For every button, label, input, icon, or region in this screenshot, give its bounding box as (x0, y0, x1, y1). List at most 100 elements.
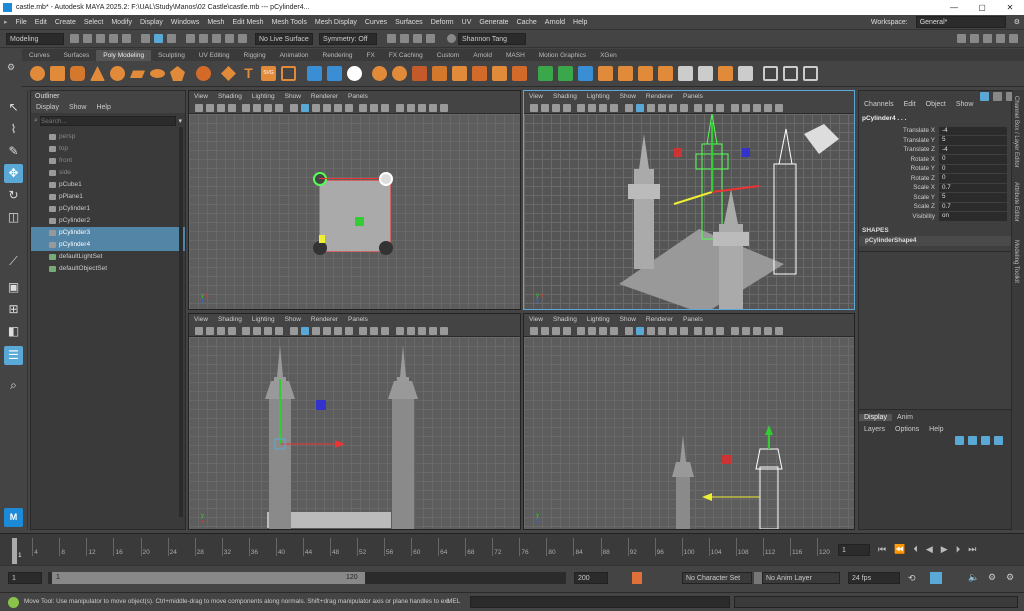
vp-menu-panels[interactable]: Panels (348, 93, 368, 100)
shelf-tab-curves[interactable]: Curves (22, 50, 57, 61)
shelf-tab-rigging[interactable]: Rigging (237, 50, 273, 61)
vp-menu-shading[interactable]: Shading (553, 316, 577, 323)
channel-sync-icon[interactable] (980, 92, 989, 101)
film-gate-icon[interactable] (588, 326, 596, 335)
make-live-icon[interactable] (238, 34, 247, 43)
step-back-frame-icon[interactable]: ⏴ (913, 544, 918, 555)
gate-mask-icon[interactable] (275, 326, 283, 335)
new-scene-icon[interactable] (70, 34, 79, 43)
anim-layer-select[interactable]: No Anim Layer (762, 572, 840, 584)
outliner-item-pcylinder2[interactable]: pCylinder2 (31, 215, 185, 227)
snap-curve-icon[interactable] (199, 34, 208, 43)
shelf-tab-mash[interactable]: MASH (499, 50, 532, 61)
menu-surfaces[interactable]: Surfaces (395, 19, 423, 26)
render-settings-icon[interactable] (413, 34, 422, 43)
camera-view-icon[interactable] (439, 103, 448, 112)
isolate-icon[interactable] (395, 326, 404, 335)
auto-key-icon[interactable] (930, 572, 942, 584)
textured-icon[interactable] (322, 103, 331, 112)
edge-loop-icon[interactable] (557, 66, 573, 81)
poke-icon[interactable] (617, 66, 633, 81)
maya-home-icon[interactable]: M (4, 508, 23, 527)
wireframe-icon[interactable] (289, 326, 298, 335)
range-slider[interactable]: 1 120 (48, 572, 566, 584)
xray-joints-icon[interactable] (417, 326, 426, 335)
xray-joints-icon[interactable] (752, 326, 761, 335)
shelf-tab-rendering[interactable]: Rendering (316, 50, 360, 61)
anim-prefs-icon[interactable]: ⚙ (988, 572, 996, 583)
menu-modify[interactable]: Modify (111, 19, 132, 26)
viewport-front[interactable]: View Shading Lighting Show Renderer Pane… (188, 313, 521, 530)
xray-joints-icon[interactable] (417, 103, 426, 112)
cb-menu-channels[interactable]: Channels (864, 101, 894, 108)
xray-icon[interactable] (741, 326, 750, 335)
wireframe-icon[interactable] (624, 326, 633, 335)
four-view-icon[interactable]: ⊞ (4, 300, 23, 319)
smooth-icon[interactable] (346, 66, 362, 81)
delete-edge-icon[interactable] (737, 66, 753, 81)
bookmark-icon[interactable] (216, 103, 225, 112)
cb-attr-visibility[interactable]: Visibility on (859, 212, 1011, 222)
attr-value[interactable]: 0.7 (939, 202, 1007, 211)
last-tool-icon[interactable]: ⟋ (4, 252, 23, 271)
cb-attr-translate-y[interactable]: Translate Y 5 (859, 136, 1011, 146)
cb-attr-rotate-y[interactable]: Rotate Y 0 (859, 164, 1011, 174)
wireframe-on-shaded-icon[interactable] (311, 326, 320, 335)
merge-icon[interactable] (697, 66, 713, 81)
sculpt-tool-icon[interactable] (803, 66, 818, 81)
vp-menu-view[interactable]: View (194, 316, 208, 323)
xray-components-icon[interactable] (763, 326, 772, 335)
outliner-item-defaultlightset[interactable]: defaultLightSet (31, 251, 185, 263)
grid-icon[interactable] (242, 103, 250, 112)
user-account-select[interactable]: Shannon Tang (458, 32, 526, 45)
manipulator-center[interactable] (355, 217, 364, 226)
shelf-tab-fx[interactable]: FX (360, 50, 382, 61)
resolution-gate-icon[interactable] (264, 326, 272, 335)
shelf-tab-xgen[interactable]: XGen (593, 50, 624, 61)
layer-menu-options[interactable]: Options (895, 426, 919, 433)
camera-view-icon[interactable] (439, 326, 448, 335)
image-plane-icon[interactable] (227, 326, 236, 335)
gate-mask-icon[interactable] (275, 103, 283, 112)
menu-uv[interactable]: UV (462, 19, 472, 26)
shelf-gear-icon[interactable]: ⚙ (4, 50, 18, 84)
step-forward-frame-icon[interactable]: ⏵ (956, 544, 961, 555)
shadows-icon[interactable] (344, 326, 353, 335)
current-frame-marker[interactable] (12, 538, 17, 564)
shelf-tab-animation[interactable]: Animation (273, 50, 316, 61)
move-layer-down-icon[interactable] (968, 436, 977, 445)
outliner-item-pcube1[interactable]: pCube1 (31, 179, 185, 191)
attr-value[interactable]: -4 (939, 145, 1007, 154)
vp-menu-view[interactable]: View (194, 93, 208, 100)
smooth-shade-icon[interactable] (635, 103, 644, 112)
character-set-icon[interactable] (632, 572, 642, 584)
vp-menu-show[interactable]: Show (285, 93, 301, 100)
live-surface-field[interactable]: No Live Surface (255, 32, 313, 45)
menu-toggle-icon[interactable]: ▸ (4, 18, 8, 26)
wedge-icon[interactable] (637, 66, 653, 81)
xray-joints-icon[interactable] (752, 103, 761, 112)
outliner-menu-help[interactable]: Help (96, 104, 110, 111)
layer-tab-anim[interactable]: Anim (892, 414, 918, 421)
channel-box-icon[interactable] (1009, 34, 1018, 43)
new-layer-selected-icon[interactable] (994, 436, 1003, 445)
workspace-select[interactable]: General* (915, 16, 1006, 28)
play-backward-icon[interactable]: ◀ (926, 544, 933, 555)
gate-mask-icon[interactable] (610, 326, 618, 335)
character-set-select[interactable]: No Character Set (682, 572, 752, 584)
uv-editor-icon[interactable] (783, 66, 798, 81)
extrude-icon[interactable] (452, 66, 467, 81)
minimize-button[interactable]: — (940, 3, 968, 12)
antialiasing-icon[interactable] (705, 326, 713, 335)
outliner-item-persp[interactable]: persp (31, 131, 185, 143)
resolution-gate-icon[interactable] (599, 103, 607, 112)
bookmark-icon[interactable] (551, 103, 560, 112)
outliner-item-pplane1[interactable]: pPlane1 (31, 191, 185, 203)
paint-select-icon[interactable]: ✎ (4, 142, 23, 161)
vp-menu-shading[interactable]: Shading (218, 316, 242, 323)
select-component-icon[interactable] (167, 34, 176, 43)
viewport-side[interactable]: View Shading Lighting Show Renderer Pane… (523, 313, 855, 530)
cb-attr-translate-x[interactable]: Translate X -4 (859, 126, 1011, 136)
menu-generate[interactable]: Generate (479, 19, 508, 26)
ipr-render-icon[interactable] (400, 34, 409, 43)
